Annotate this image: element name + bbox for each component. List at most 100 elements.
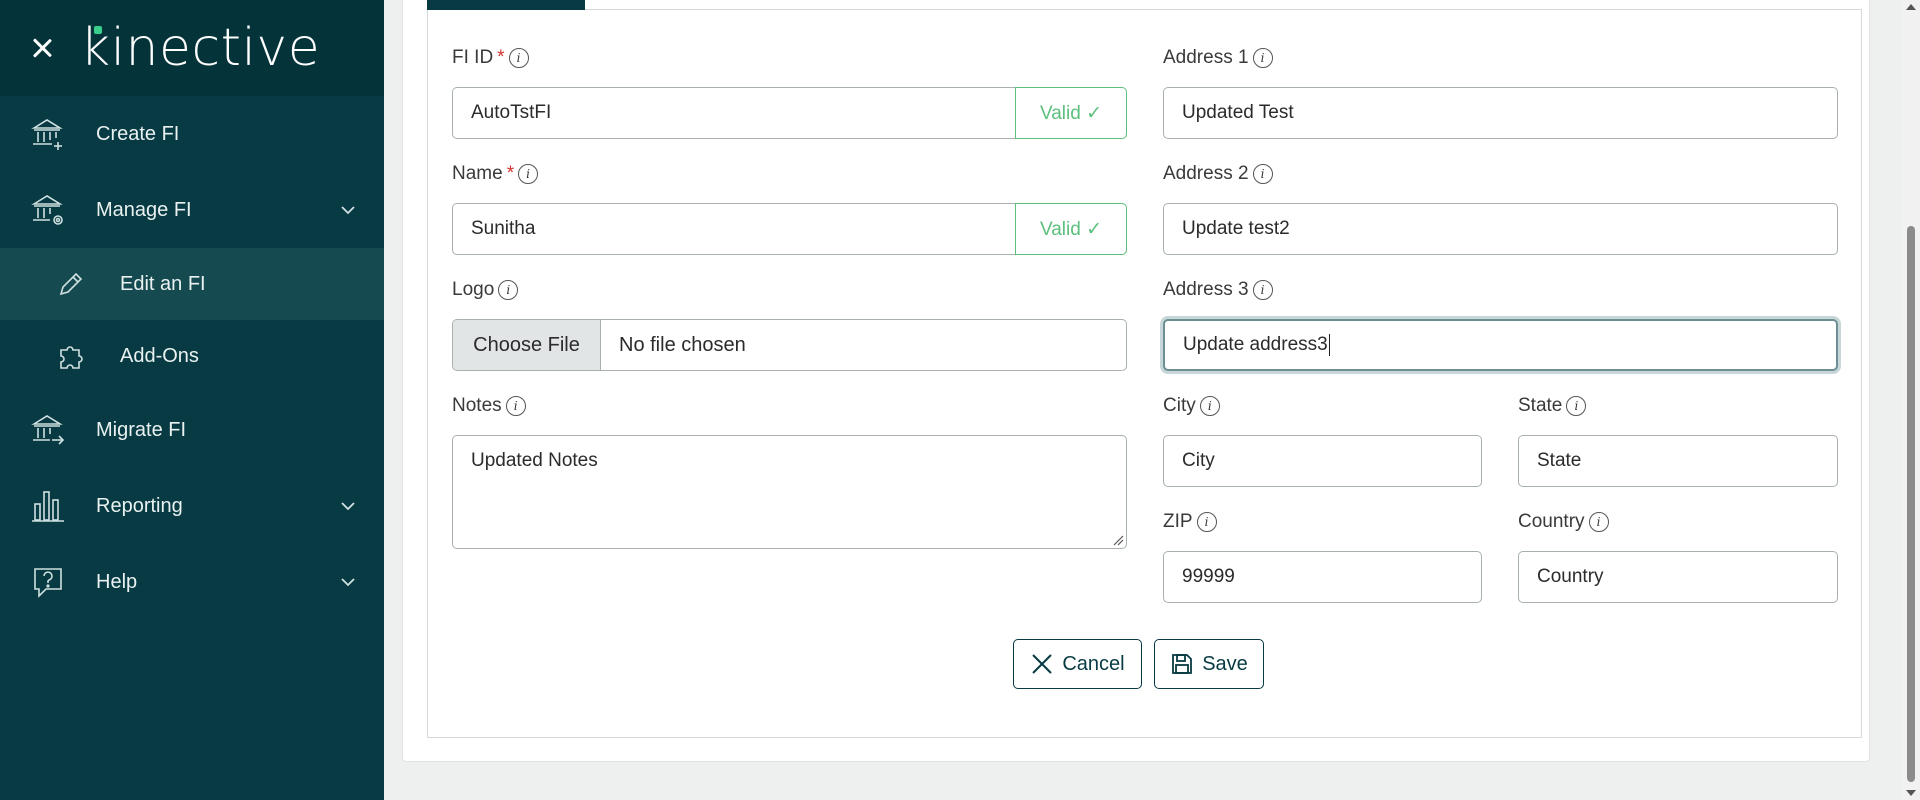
address2-label: Address 2 i [1163,163,1273,185]
sidebar-item-manage-fi[interactable]: Manage FI [0,172,384,248]
logo-dot [94,26,102,34]
address1-label-text: Address 1 [1163,47,1249,68]
choose-file-button[interactable]: Choose File [453,320,601,370]
city-value: City [1182,450,1215,471]
chevron-down-icon[interactable] [338,572,358,592]
address2-input[interactable]: Update test2 [1163,203,1838,255]
sidebar-item-label: Edit an FI [120,272,206,295]
cancel-label: Cancel [1062,652,1125,675]
chevron-down-icon[interactable] [338,200,358,220]
info-icon[interactable]: i [1252,280,1273,300]
address3-label: Address 3 i [1163,279,1273,301]
cancel-button[interactable]: Cancel [1013,639,1142,689]
info-icon[interactable]: i [1588,512,1609,532]
logo: kinective [80,22,320,74]
save-label: Save [1202,652,1248,675]
logo-text: kinective [80,18,321,78]
scroll-thumb[interactable] [1907,226,1915,782]
country-label-text: Country [1518,511,1585,532]
sidebar-item-label: Create FI [96,122,180,145]
address2-value: Update test2 [1182,218,1290,239]
info-icon[interactable]: i [505,396,526,416]
logo-label-text: Logo [452,279,495,300]
bank-gear-icon [30,192,66,228]
name-input[interactable]: Sunitha [452,203,1016,255]
save-icon [1172,654,1193,674]
city-input[interactable]: City [1163,435,1482,487]
info-icon[interactable]: i [498,280,519,300]
close-icon [1032,654,1053,674]
required-marker: * [497,47,505,68]
info-icon[interactable]: i [1196,512,1217,532]
info-icon[interactable]: i [518,164,539,184]
name-label: Name * i [452,163,539,185]
scroll-up-icon[interactable] [1906,4,1916,10]
fi-id-label-text: FI ID [452,47,494,68]
sidebar-item-label: Migrate FI [96,418,187,441]
sidebar-item-label: Add-Ons [120,344,199,367]
chevron-down-icon[interactable] [338,496,358,516]
logo-file-input[interactable]: Choose File No file chosen [452,319,1127,371]
scroll-down-icon[interactable] [1906,790,1916,796]
state-label: State i [1518,395,1587,417]
sidebar-item-label: Help [96,570,138,593]
notes-value: Updated Notes [471,450,598,471]
fi-id-valid-badge: Valid ✓ [1015,87,1127,139]
sidebar-item-edit-fi[interactable]: Edit an FI [0,248,384,320]
state-value: State [1537,450,1582,471]
zip-value: 99999 [1182,566,1235,587]
fi-id-value: AutoTstFI [471,102,552,123]
file-status: No file chosen [619,333,746,356]
zip-label: ZIP i [1163,511,1217,533]
sidebar: kinective Create FI Manage FI Edit an FI… [0,0,384,800]
state-input[interactable]: State [1518,435,1838,487]
city-label: City i [1163,395,1220,417]
zip-label-text: ZIP [1163,511,1193,532]
close-icon[interactable] [28,34,56,62]
sidebar-item-add-ons[interactable]: Add-Ons [0,320,384,392]
resize-grip-icon[interactable] [1112,534,1124,546]
bank-plus-icon [30,116,66,152]
info-icon[interactable]: i [1252,164,1273,184]
text-caret [1328,334,1330,356]
notes-label-text: Notes [452,395,502,416]
address3-input[interactable]: Update address3 [1163,319,1838,371]
sidebar-item-label: Manage FI [96,198,192,221]
country-input[interactable]: Country [1518,551,1838,603]
sidebar-item-help[interactable]: Help [0,544,384,620]
sidebar-item-reporting[interactable]: Reporting [0,468,384,544]
city-label-text: City [1163,395,1196,416]
name-value: Sunitha [471,218,536,239]
tab-active[interactable] [427,0,585,10]
info-icon[interactable]: i [1199,396,1220,416]
save-button[interactable]: Save [1154,639,1264,689]
zip-input[interactable]: 99999 [1163,551,1482,603]
fi-id-input[interactable]: AutoTstFI [452,87,1016,139]
address1-label: Address 1 i [1163,47,1273,69]
puzzle-icon [56,341,86,371]
address1-input[interactable]: Updated Test [1163,87,1838,139]
help-icon [30,564,66,600]
country-label: Country i [1518,511,1609,533]
sidebar-item-migrate-fi[interactable]: Migrate FI [0,392,384,468]
pencil-icon [56,269,86,299]
scrollbar[interactable] [1902,0,1920,800]
bank-arrow-icon [30,412,66,448]
bar-chart-icon [30,488,66,524]
fi-id-label: FI ID * i [452,47,529,69]
notes-label: Notes i [452,395,526,417]
required-marker: * [506,163,515,184]
info-icon[interactable]: i [1252,48,1273,68]
info-icon[interactable]: i [508,48,529,68]
info-icon[interactable]: i [1566,396,1587,416]
address3-value: Update address3 [1183,334,1328,355]
sidebar-item-label: Reporting [96,494,183,517]
address3-label-text: Address 3 [1163,279,1249,300]
logo-label: Logo i [452,279,519,301]
sidebar-header: kinective [0,0,384,96]
state-label-text: State [1518,395,1563,416]
name-valid-badge: Valid ✓ [1015,203,1127,255]
sidebar-item-create-fi[interactable]: Create FI [0,96,384,172]
address2-label-text: Address 2 [1163,163,1249,184]
notes-textarea[interactable]: Updated Notes [452,435,1127,549]
